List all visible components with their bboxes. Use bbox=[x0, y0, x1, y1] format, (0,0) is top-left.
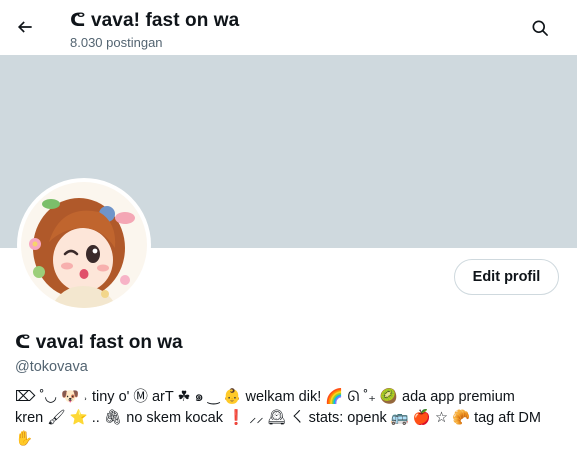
back-button[interactable] bbox=[8, 10, 42, 44]
header-title: ᕦ vava! fast on wa bbox=[70, 10, 240, 31]
post-count: 8.030 postingan bbox=[70, 35, 163, 50]
search-button[interactable] bbox=[523, 11, 557, 45]
top-bar: ᕦ vava! fast on wa 8.030 postingan bbox=[0, 0, 577, 55]
avatar[interactable] bbox=[17, 178, 151, 312]
profile-bio: ⌦ ˚◡ 🐶 ˒ tiny o' Ⓜ arT ☘ ๑ ‿ 👶 welkam di… bbox=[15, 387, 563, 450]
bio-line-2: kren 🖌 ⭐ .. 🖇 no skem kocak ❗ ⸝⸝ 🕰 ㄑ sta… bbox=[15, 410, 541, 426]
avatar-illustration bbox=[21, 182, 147, 308]
profile-name: ᕦ vava! fast on wa bbox=[15, 332, 183, 353]
bio-line-1: ⌦ ˚◡ 🐶 ˒ tiny o' Ⓜ arT ☘ ๑ ‿ 👶 welkam di… bbox=[15, 389, 515, 405]
profile-handle: @tokovava bbox=[15, 359, 88, 375]
arrow-left-icon bbox=[17, 21, 32, 33]
bio-line-3: ✋ bbox=[15, 431, 34, 447]
search-icon bbox=[532, 20, 548, 36]
edit-profile-button[interactable]: Edit profil bbox=[454, 259, 559, 295]
